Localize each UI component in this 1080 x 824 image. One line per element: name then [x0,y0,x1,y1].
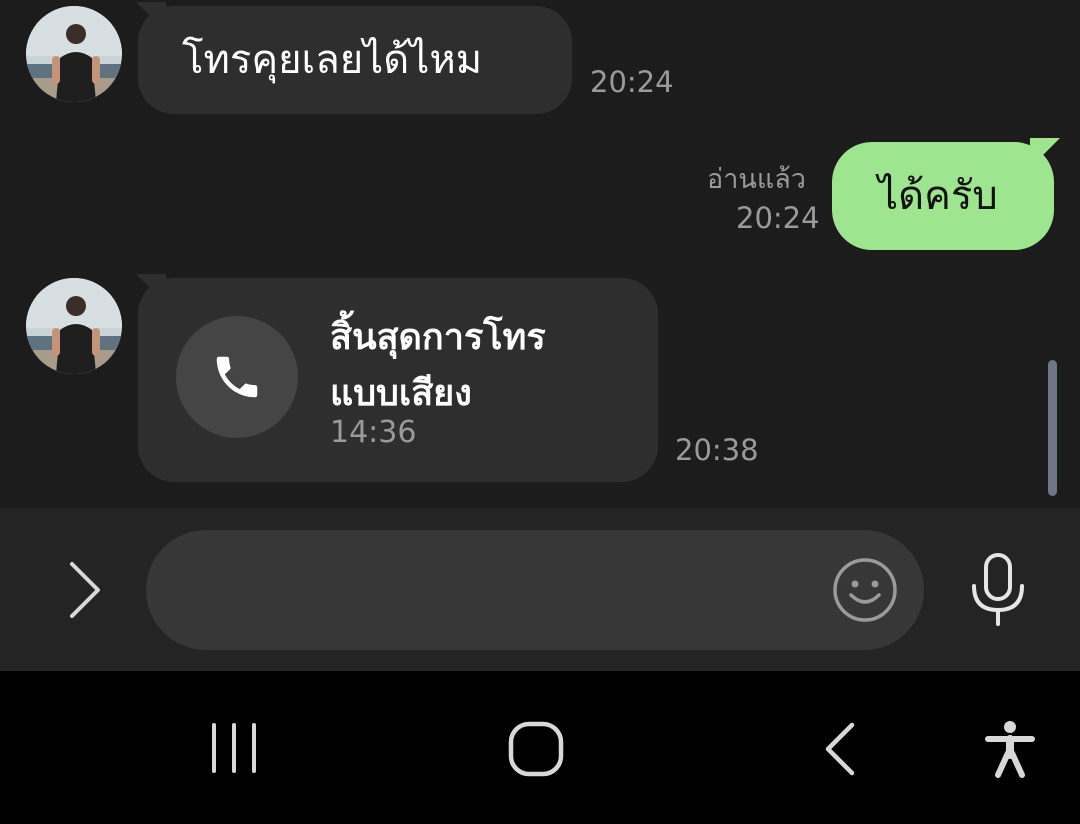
message-timestamp: 20:24 [736,201,820,235]
call-status-line: สิ้นสุดการโทร [330,317,546,358]
phone-icon [216,356,258,398]
call-status-title: สิ้นสุดการโทร แบบเสียง [330,310,546,422]
contact-avatar[interactable] [26,6,122,102]
back-icon [825,722,855,776]
smiley-icon [833,558,897,622]
microphone-icon [972,553,1024,626]
accessibility-icon [985,721,1035,778]
call-duration: 14:36 [330,415,417,450]
emoji-button[interactable] [832,557,898,623]
incoming-message-bubble[interactable]: โทรคุยเลยได้ไหม [136,2,572,114]
message-timestamp: 20:38 [675,433,759,467]
recent-apps-button[interactable] [206,721,262,777]
expand-toolbar-button[interactable] [60,560,110,620]
home-icon [508,721,564,777]
message-timestamp: 20:24 [590,65,674,99]
chat-scrollbar[interactable] [1048,360,1057,496]
call-status-line: แบบเสียง [330,373,472,414]
read-receipt: อ่านแล้ว [707,164,806,195]
message-text-field[interactable] [186,560,826,620]
recent-apps-icon [212,723,256,773]
outgoing-message-bubble[interactable]: ได้ครับ [832,138,1060,250]
chevron-right-icon [70,562,100,618]
system-navigation-bar [0,671,1080,824]
message-text: โทรคุยเลยได้ไหม [182,37,483,83]
call-icon-circle [176,316,298,438]
contact-avatar[interactable] [26,278,122,374]
message-input[interactable] [146,530,924,650]
voice-message-button[interactable] [966,552,1030,628]
back-button[interactable] [818,719,862,779]
accessibility-button[interactable] [984,719,1036,779]
home-button[interactable] [506,719,566,779]
call-log-bubble[interactable]: สิ้นสุดการโทร แบบเสียง 14:36 [136,274,658,482]
chat-area[interactable]: โทรคุยเลยได้ไหม 20:24 อ่านแล้ว 20:24 ได้… [0,0,1080,508]
message-text: ได้ครับ [878,173,998,219]
